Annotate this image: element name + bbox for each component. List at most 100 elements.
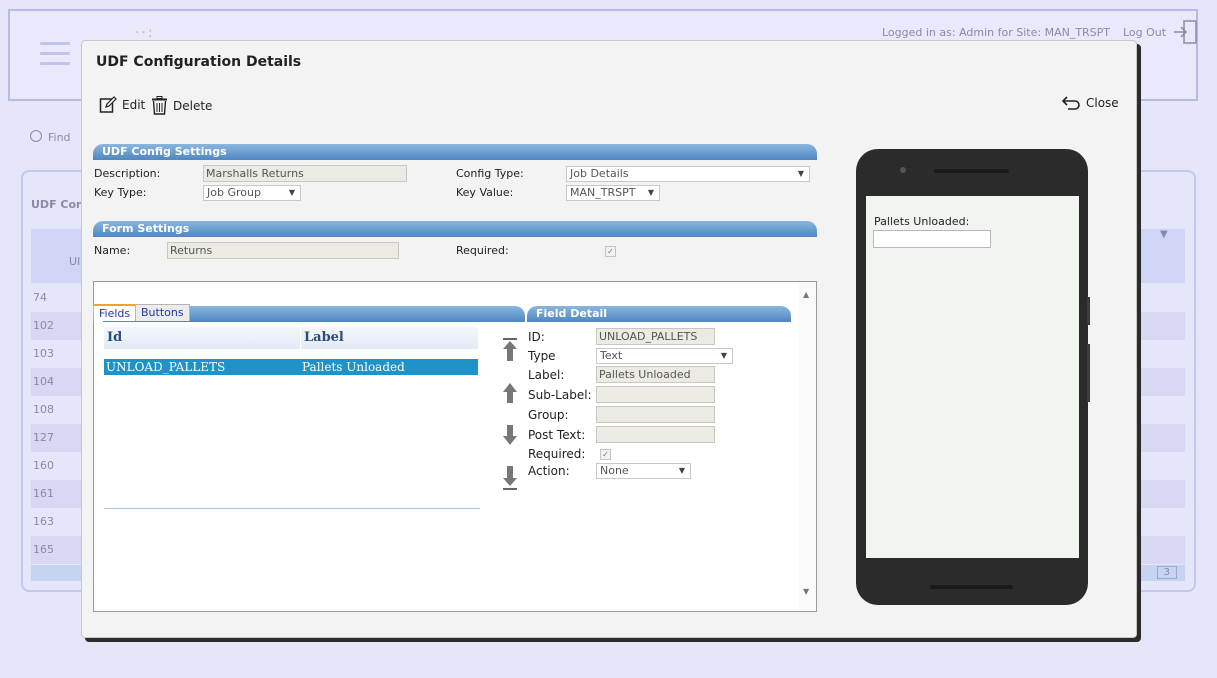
list-item[interactable]: 161 <box>31 480 81 508</box>
preview-field-label: Pallets Unloaded: <box>874 215 970 228</box>
scroll-up-icon[interactable]: ▲ <box>803 290 809 299</box>
page-number[interactable]: 3 <box>1156 566 1177 579</box>
edit-button[interactable]: Edit <box>99 96 145 114</box>
config-type-value: Job Details <box>570 167 629 180</box>
edit-label: Edit <box>122 98 146 112</box>
tab-fields[interactable]: Fields <box>93 304 137 321</box>
required-label: Required: <box>456 244 509 257</box>
detail-label-field[interactable]: Pallets Unloaded <box>596 366 715 383</box>
delete-label: Delete <box>173 98 213 113</box>
list-item[interactable]: 127 <box>31 424 81 452</box>
search-icon <box>30 130 42 142</box>
list-item[interactable]: 165 <box>31 536 81 564</box>
arrow-up-icon[interactable] <box>502 382 518 408</box>
required-checkbox[interactable]: ✓ <box>605 246 616 257</box>
find-button[interactable]: Find <box>30 130 71 144</box>
key-value-label: Key Value: <box>456 186 514 199</box>
udf-config-dialog: UDF Configuration Details Edit Delete Cl… <box>81 40 1137 638</box>
detail-label-label: Label: <box>528 368 565 382</box>
list-item[interactable]: 104 <box>31 368 81 396</box>
key-value-select[interactable]: MAN_TRSPT ▼ <box>566 185 660 201</box>
udf-config-section-header: UDF Config Settings <box>93 144 817 160</box>
grid-col-header: UI <box>69 255 81 268</box>
logout-icon[interactable] <box>1171 19 1199 49</box>
name-field[interactable]: Returns <box>167 242 399 259</box>
list-item[interactable]: 160 <box>31 452 81 480</box>
chevron-down-icon[interactable]: ▼ <box>1160 229 1168 240</box>
camera-icon <box>900 167 906 173</box>
fields-tab-panel: ▲ ▼ Field List Field Detail Id Label UNL… <box>93 281 817 612</box>
scroll-down-icon[interactable]: ▼ <box>803 587 809 596</box>
logout-link[interactable]: Log Out <box>1123 26 1166 39</box>
detail-posttext-field[interactable] <box>596 426 715 443</box>
row-stripe <box>1138 312 1185 340</box>
detail-group-field[interactable] <box>596 406 715 423</box>
detail-action-select[interactable]: None ▼ <box>596 463 691 479</box>
detail-type-select[interactable]: Text ▼ <box>596 348 733 364</box>
form-settings-section-header: Form Settings <box>93 221 817 237</box>
chevron-down-icon: ▼ <box>720 351 727 360</box>
detail-required-checkbox[interactable]: ✓ <box>600 449 611 460</box>
row-stripe <box>1138 480 1185 508</box>
phone-speaker <box>934 169 1009 173</box>
chevron-down-icon: ▼ <box>647 188 654 197</box>
description-label: Description: <box>94 167 161 180</box>
detail-type-value: Text <box>600 349 623 362</box>
field-detail-header: Field Detail <box>527 306 791 322</box>
row-stripe <box>1138 424 1185 452</box>
scrollbar[interactable]: ▲ ▼ <box>799 282 816 611</box>
move-bottom-icon[interactable] <box>502 466 518 494</box>
key-value-value: MAN_TRSPT <box>570 186 636 199</box>
logo: ··: <box>135 25 155 41</box>
detail-action-label: Action: <box>528 464 570 478</box>
list-item[interactable]: 103 <box>31 340 81 368</box>
close-button[interactable]: Close <box>1062 96 1119 110</box>
grid-header: UI <box>31 229 81 283</box>
edit-icon <box>99 96 117 113</box>
detail-action-value: None <box>600 464 629 477</box>
tab-buttons[interactable]: Buttons <box>135 304 190 321</box>
column-header-label[interactable]: Label <box>300 327 478 349</box>
preview-field-input[interactable] <box>873 230 991 248</box>
move-top-icon[interactable] <box>502 338 518 366</box>
list-item[interactable]: 163 <box>31 508 81 536</box>
detail-sublabel-field[interactable] <box>596 386 715 403</box>
dialog-title: UDF Configuration Details <box>96 54 302 70</box>
phone-home-bar <box>930 585 1013 589</box>
panel-title: UDF Conf <box>31 198 89 211</box>
trash-icon <box>152 96 167 115</box>
menu-icon[interactable] <box>40 42 70 72</box>
find-label: Find <box>48 131 71 144</box>
row-id: UNLOAD_PALLETS <box>106 360 226 374</box>
login-info: Logged in as: Admin for Site: MAN_TRSPT <box>882 26 1111 39</box>
key-type-value: Job Group <box>207 186 261 199</box>
delete-button[interactable]: Delete <box>151 96 212 115</box>
list-item[interactable]: 102 <box>31 312 81 340</box>
detail-id-label: ID: <box>528 330 545 344</box>
table-row[interactable]: UNLOAD_PALLETS Pallets Unloaded <box>104 359 478 375</box>
phone-side-button <box>1087 344 1090 402</box>
undo-icon <box>1062 96 1080 110</box>
arrow-down-icon[interactable] <box>502 424 518 450</box>
phone-screen: Pallets Unloaded: <box>866 196 1079 558</box>
name-label: Name: <box>94 244 131 257</box>
config-type-label: Config Type: <box>456 167 524 180</box>
key-type-label: Key Type: <box>94 186 147 199</box>
chevron-down-icon: ▼ <box>678 466 685 475</box>
row-label: Pallets Unloaded <box>302 360 405 374</box>
detail-group-label: Group: <box>528 408 569 422</box>
detail-id-field[interactable]: UNLOAD_PALLETS <box>596 328 715 345</box>
list-item[interactable]: 108 <box>31 396 81 424</box>
config-type-select[interactable]: Job Details ▼ <box>566 166 810 182</box>
list-item[interactable]: 74 <box>31 284 81 312</box>
phone-preview: Pallets Unloaded: <box>856 149 1090 605</box>
key-type-select[interactable]: Job Group ▼ <box>203 185 301 201</box>
detail-required-label: Required: <box>528 447 586 461</box>
column-header-id[interactable]: Id <box>104 327 300 349</box>
phone-side-button <box>1087 297 1090 325</box>
description-field[interactable]: Marshalls Returns <box>203 165 407 182</box>
chevron-down-icon: ▼ <box>797 169 804 178</box>
chevron-down-icon: ▼ <box>288 188 295 197</box>
detail-sublabel-label: Sub-Label: <box>528 388 592 402</box>
detail-posttext-label: Post Text: <box>528 428 586 442</box>
